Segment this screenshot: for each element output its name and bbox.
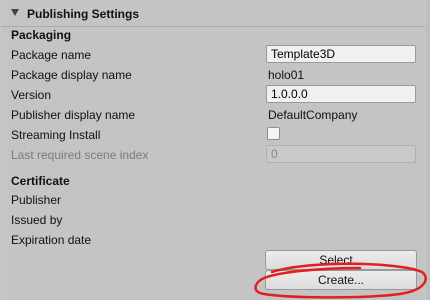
- streaming-install-label: Streaming Install: [11, 128, 101, 142]
- publisher-display-name-label: Publisher display name: [11, 108, 136, 122]
- select-certificate-button[interactable]: Select...: [265, 250, 417, 270]
- version-label: Version: [11, 88, 52, 102]
- create-certificate-button[interactable]: Create...: [265, 270, 417, 290]
- publisher-label: Publisher: [11, 193, 62, 207]
- package-display-name-value: holo01: [268, 68, 305, 82]
- foldout-arrow-icon[interactable]: [11, 9, 19, 16]
- issued-by-label: Issued by: [11, 213, 63, 227]
- header-title: Publishing Settings: [27, 7, 140, 21]
- package-name-label: Package name: [11, 48, 92, 62]
- scrollbar[interactable]: [426, 0, 430, 300]
- publishing-settings-header[interactable]: Publishing Settings: [1, 0, 425, 27]
- last-scene-index-field: [266, 145, 416, 163]
- version-field[interactable]: [266, 85, 416, 103]
- package-display-name-label: Package display name: [11, 68, 132, 82]
- publishing-settings-panel: Publishing Settings Packaging Package na…: [1, 0, 425, 300]
- streaming-install-checkbox[interactable]: [267, 127, 280, 140]
- certificate-section-title: Certificate: [11, 174, 70, 188]
- publisher-display-name-value: DefaultCompany: [268, 108, 358, 122]
- package-name-field[interactable]: [266, 45, 416, 63]
- last-scene-index-label: Last required scene index: [11, 148, 149, 162]
- packaging-section-title: Packaging: [11, 28, 72, 42]
- expiration-date-label: Expiration date: [11, 233, 92, 247]
